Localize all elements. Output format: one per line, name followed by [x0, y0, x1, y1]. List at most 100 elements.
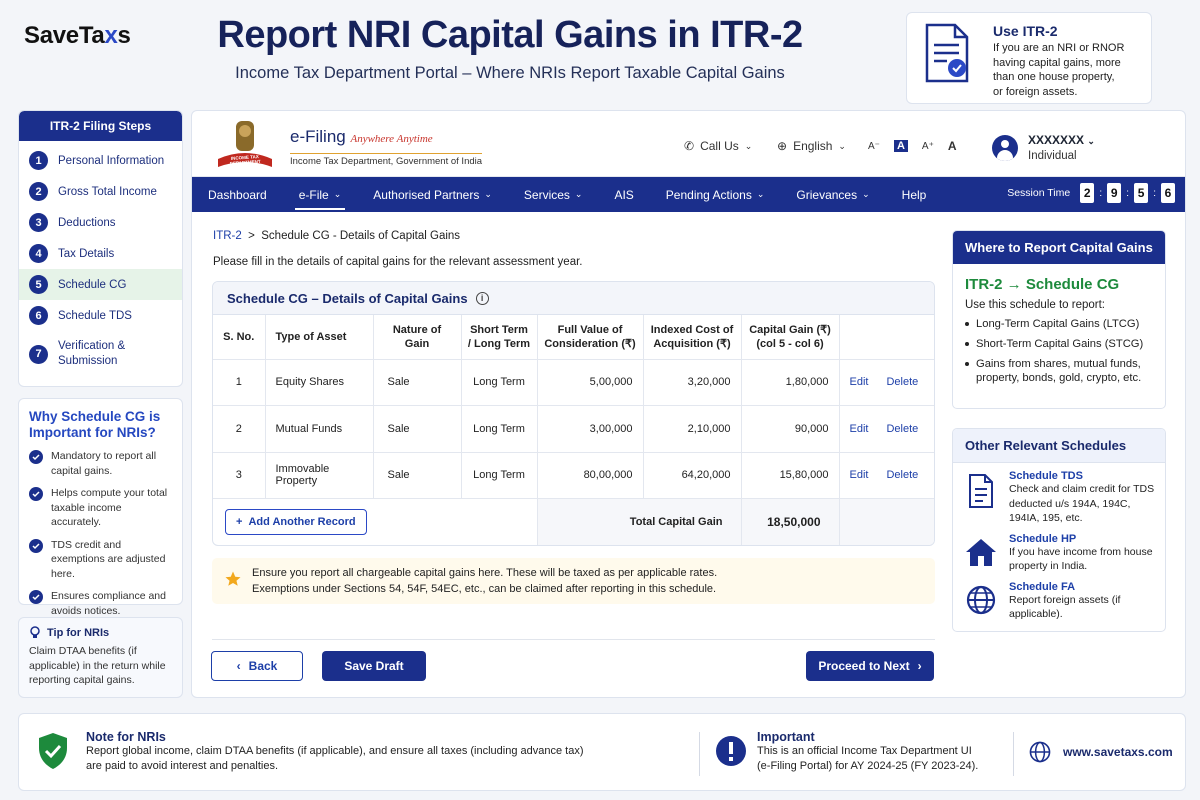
table-row: 2 Mutual Funds Sale Long Term 3,00,000 2,10,0…	[213, 405, 934, 453]
table-row: 3 Immovable Property Sale Long Term 80,00,00…	[213, 452, 934, 499]
table-heading: Schedule CG – Details of Capital Gains	[227, 290, 468, 306]
schedule-cg-table-card: Schedule CG – Details of Capital Gains i …	[212, 281, 935, 546]
why-heading: Why Schedule CG is Important for NRIs?	[29, 409, 161, 440]
delete-button[interactable]: Delete	[886, 376, 918, 388]
nav-grievances[interactable]: Grievances ⌄	[780, 177, 885, 212]
schedule-hp-item[interactable]: Schedule HP If you have income from house…	[953, 533, 1165, 574]
edit-button[interactable]: Edit	[850, 376, 869, 388]
user-role: Individual	[1028, 150, 1077, 162]
schedule-fa-item[interactable]: Schedule FA Report foreign assets (if app…	[953, 581, 1165, 622]
delete-button[interactable]: Delete	[886, 469, 918, 481]
efiling-logo[interactable]: e-Filing Anywhere Anytime Income Tax Dep…	[290, 127, 483, 167]
schedule-tds-item[interactable]: Schedule TDS Check and claim credit for T…	[953, 470, 1165, 526]
chevron-down-icon: ⌄	[1087, 136, 1095, 146]
nav-services[interactable]: Services ⌄	[508, 177, 599, 212]
column-header: S. No.	[213, 315, 266, 360]
important-note: Important This is an official Income Tax…	[715, 714, 1005, 792]
step-deductions[interactable]: 3 Deductions	[19, 207, 182, 238]
nav-efile[interactable]: e-File ⌄	[283, 177, 358, 212]
proceed-next-button[interactable]: Proceed to Next ›	[806, 651, 934, 681]
steps-heading: ITR-2 Filing Steps	[19, 111, 182, 141]
breadcrumb-itr2[interactable]: ITR-2	[213, 230, 242, 242]
capital-gains-table: S. No. Type of Asset Nature of Gain Shor…	[213, 315, 934, 545]
step-schedule-tds[interactable]: 6 Schedule TDS	[19, 300, 182, 331]
phone-icon: ✆	[684, 139, 695, 153]
check-icon	[29, 487, 43, 501]
where-intro: Use this schedule to report:	[965, 299, 1105, 311]
page-subtitle: Income Tax Department Portal – Where NRI…	[235, 64, 785, 82]
step-schedule-cg[interactable]: 5 Schedule CG	[19, 269, 182, 300]
chevron-down-icon: ⌄	[756, 189, 765, 199]
language-select[interactable]: ⊕ English ⌄	[777, 139, 846, 153]
nri-note: Note for NRIs Report global income, clai…	[37, 714, 657, 792]
chevron-right-icon: ›	[917, 659, 922, 673]
check-icon	[29, 450, 43, 464]
list-item: Long-Term Capital Gains (LTCG)	[965, 317, 1153, 331]
table-row: 1 Equity Shares Sale Long Term 5,00,000 3,20,…	[213, 359, 934, 406]
government-emblem-icon: INCOME TAX DEPARTMENT	[214, 117, 276, 173]
user-menu[interactable]: XXXXXXX ⌄ Individual	[992, 133, 1095, 162]
globe-icon	[963, 581, 999, 622]
why-item: Helps compute your total taxable income …	[29, 486, 172, 530]
column-header: Indexed Cost of Acquisition (₹)	[643, 315, 742, 360]
step-verification-submission[interactable]: 7 Verification & Submission	[19, 331, 182, 377]
lightbulb-icon	[29, 626, 41, 640]
reporting-note: Ensure you report all chargeable capital…	[212, 558, 935, 604]
back-button[interactable]: ‹ Back	[211, 651, 303, 681]
font-increase-button[interactable]: A⁺	[922, 141, 934, 152]
step-tax-details[interactable]: 4 Tax Details	[19, 238, 182, 269]
session-timer: Session Time 2:9:5:6	[1007, 183, 1175, 203]
total-value: 18,50,000	[741, 498, 840, 545]
step-personal-information[interactable]: 1 Personal Information	[19, 145, 182, 176]
edit-button[interactable]: Edit	[850, 469, 869, 481]
why-item: Mandatory to report all capital gains.	[29, 449, 172, 478]
house-icon	[963, 533, 999, 574]
chevron-down-icon: ⌄	[838, 140, 846, 151]
page-title: Report NRI Capital Gains in ITR-2	[217, 14, 803, 56]
edit-button[interactable]: Edit	[850, 423, 869, 435]
chevron-down-icon: ⌄	[744, 140, 753, 151]
tip-heading: Tip for NRIs	[47, 627, 110, 639]
chevron-down-icon: ⌄	[333, 189, 342, 199]
font-decrease-button[interactable]: A⁻	[868, 141, 880, 152]
globe-icon	[1029, 741, 1051, 763]
website-link[interactable]: www.savetaxs.com	[1029, 714, 1179, 792]
chevron-left-icon: ‹	[236, 659, 241, 673]
check-icon	[29, 538, 43, 553]
column-header: Type of Asset	[265, 315, 374, 360]
alert-icon	[715, 735, 747, 767]
column-header: Nature of Gain	[373, 315, 462, 360]
column-header	[839, 315, 934, 360]
breadcrumb: ITR-2 > Schedule CG - Details of Capital…	[213, 230, 461, 242]
tip-text: Claim DTAA benefits (if applicable) in t…	[29, 645, 166, 686]
nav-help[interactable]: Help	[886, 177, 943, 212]
chevron-down-icon: ⌄	[574, 189, 583, 199]
nav-authorised-partners[interactable]: Authorised Partners ⌄	[357, 177, 508, 212]
where-heading: Where to Report Capital Gains	[953, 231, 1165, 264]
font-normal-button[interactable]: A	[893, 140, 908, 152]
list-item: Short-Term Capital Gains (STCG)	[965, 337, 1153, 351]
divider	[212, 639, 935, 640]
font-contrast-button[interactable]: A	[948, 139, 957, 153]
save-draft-button[interactable]: Save Draft	[322, 651, 426, 681]
total-label: Total Capital Gain	[537, 498, 742, 545]
other-heading: Other Relevant Schedules	[953, 429, 1165, 463]
delete-button[interactable]: Delete	[886, 423, 918, 435]
info-icon[interactable]: i	[475, 291, 489, 305]
column-header: Capital Gain (₹) (col 5 - col 6)	[741, 315, 840, 360]
step-gross-total-income[interactable]: 2 Gross Total Income	[19, 176, 182, 207]
list-item: Gains from shares, mutual funds, propert…	[965, 357, 1153, 385]
use-card-title: Use ITR-2	[993, 23, 1058, 39]
certificate-document-icon	[923, 23, 971, 83]
nav-dashboard[interactable]: Dashboard	[192, 177, 283, 212]
filing-steps-panel: ITR-2 Filing Steps 1 Personal Information…	[18, 110, 183, 387]
star-icon	[224, 570, 242, 588]
document-icon	[963, 470, 999, 526]
nav-pending-actions[interactable]: Pending Actions ⌄	[650, 177, 781, 212]
intro-text: Please fill in the details of capital ga…	[213, 256, 583, 268]
savetaxs-logo: SaveTaxs	[24, 22, 131, 49]
add-record-button[interactable]: + Add Another Record	[225, 509, 367, 535]
call-us-button[interactable]: ✆ Call Us ⌄	[684, 139, 752, 153]
nav-ais[interactable]: AIS	[598, 177, 649, 212]
tip-panel: Tip for NRIs Claim DTAA benefits (if app…	[18, 617, 183, 698]
